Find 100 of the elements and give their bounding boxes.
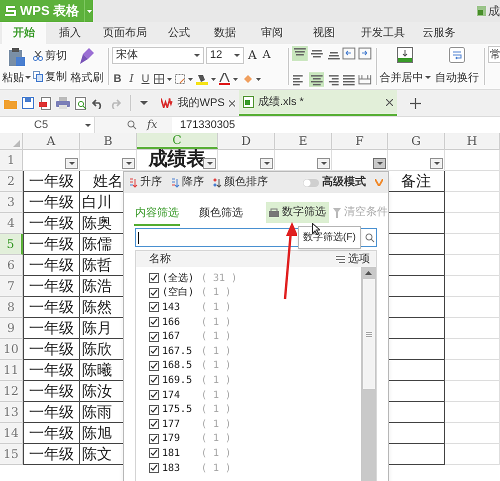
column-header[interactable]: A <box>23 133 80 149</box>
filter-tab[interactable]: 内容筛选 <box>134 194 180 226</box>
filter-tab[interactable]: 颜色筛选 <box>198 194 244 226</box>
table-cell[interactable]: 一年级 <box>23 423 80 444</box>
tab-label: 成绩.xls * <box>258 94 305 110</box>
table-cell[interactable]: 一年级 <box>23 192 80 213</box>
row-header[interactable]: 8 <box>0 297 23 318</box>
item-count: ( 1 ) <box>201 286 232 300</box>
font-dropdown[interactable]: 宋体 <box>112 46 204 64</box>
bold-button[interactable]: B <box>112 70 123 87</box>
list-item[interactable]: 179 ( 1 ) <box>149 432 361 446</box>
menu-tab[interactable]: 数据 <box>202 22 248 44</box>
options-button[interactable]: 选项 <box>336 251 370 268</box>
list-item[interactable]: 174 ( 1 ) <box>149 388 361 402</box>
list-item[interactable]: 143 ( 1 ) <box>149 300 361 315</box>
menu-tab[interactable]: 云服务 <box>414 22 464 44</box>
menu-tab[interactable]: 页面布局 <box>94 22 156 44</box>
row-header[interactable]: 2 <box>0 171 23 192</box>
name-box[interactable]: C5 <box>0 117 95 133</box>
list-item[interactable]: 169.5 ( 1 ) <box>149 373 361 388</box>
table-cell[interactable]: 一年级 <box>23 339 80 360</box>
table-cell[interactable]: 一年级 <box>23 402 80 423</box>
copy-label: 复制 <box>45 70 67 84</box>
grow-font-button[interactable]: A <box>246 46 259 64</box>
table-cell[interactable]: 一年级 <box>23 255 80 276</box>
format-painter-button[interactable]: 格式刷 <box>69 44 105 89</box>
tab-label: 我的WPS <box>178 96 225 111</box>
app-title: WPS 表格 <box>20 2 80 20</box>
row-header[interactable]: 6 <box>0 255 23 276</box>
formula-field[interactable]: 171330305 <box>172 117 500 133</box>
row-header[interactable]: 4 <box>0 213 23 234</box>
row-header[interactable]: 14 <box>0 423 23 444</box>
table-cell[interactable]: 一年级 <box>23 171 80 192</box>
row-header[interactable]: 12 <box>0 381 23 402</box>
item-count: ( 1 ) <box>201 330 232 344</box>
row-header[interactable]: 15 <box>0 444 23 465</box>
item-count: ( 1 ) <box>201 462 232 476</box>
list-item[interactable]: (全选) ( 31 ) <box>149 271 361 286</box>
item-count: ( 1 ) <box>201 418 232 432</box>
table-cell[interactable]: 一年级 <box>23 444 80 465</box>
column-header[interactable]: H <box>445 133 500 149</box>
cut-button[interactable]: 剪切 <box>33 48 69 64</box>
document-tab[interactable]: 成绩.xls * <box>239 90 397 116</box>
item-count: ( 1 ) <box>201 344 232 359</box>
paste-button[interactable]: 粘贴 <box>0 44 33 89</box>
shrink-font-button[interactable]: A <box>260 46 273 64</box>
column-header[interactable]: E <box>275 133 332 149</box>
item-count: ( 1 ) <box>201 446 232 461</box>
italic-button[interactable]: I <box>126 70 137 87</box>
merge-label: 合并居中 <box>380 70 424 86</box>
number-format-dropdown[interactable]: 常 <box>488 46 500 63</box>
list-item[interactable]: 183 ( 1 ) <box>149 460 361 476</box>
row-header[interactable]: 9 <box>0 318 23 339</box>
table-cell[interactable]: 一年级 <box>23 213 80 234</box>
list-item[interactable]: 168.5 ( 1 ) <box>149 358 361 374</box>
row-header[interactable]: 1 <box>0 150 23 171</box>
menu-tab[interactable]: 插入 <box>46 22 94 44</box>
menu-tab[interactable]: 视图 <box>296 22 352 44</box>
list-item[interactable]: (空白) ( 1 ) <box>149 286 361 300</box>
row-header[interactable]: 3 <box>0 192 23 213</box>
row-header[interactable]: 7 <box>0 276 23 297</box>
row-header[interactable]: 11 <box>0 360 23 381</box>
table-cell[interactable]: 一年级 <box>23 360 80 381</box>
menu-tab[interactable]: 审阅 <box>248 22 296 44</box>
copy-button[interactable]: 复制 <box>33 68 69 85</box>
list-item[interactable]: 177 ( 1 ) <box>149 416 361 432</box>
document-tab[interactable]: 我的WPS <box>157 90 239 116</box>
column-header[interactable]: F <box>332 133 388 149</box>
list-item[interactable]: 175.5 ( 1 ) <box>149 402 361 417</box>
row-header[interactable]: 10 <box>0 339 23 360</box>
underline-button[interactable]: U <box>140 70 151 87</box>
table-cell[interactable]: 一年级 <box>23 318 80 339</box>
column-label: 名称 <box>149 252 171 267</box>
column-header[interactable]: D <box>218 133 275 149</box>
table-cell[interactable]: 一年级 <box>23 276 80 297</box>
list-item[interactable]: 181 ( 1 ) <box>149 446 361 461</box>
wrap-text-button[interactable]: 自动换行 <box>433 44 481 89</box>
merge-center-button[interactable]: 合并居中 <box>377 44 433 89</box>
list-item[interactable]: 167 ( 1 ) <box>149 329 361 344</box>
list-item[interactable]: 167.5 ( 1 ) <box>149 344 361 359</box>
table-cell[interactable]: 一年级 <box>23 297 80 318</box>
item-count: ( 1 ) <box>201 300 232 315</box>
table-cell[interactable]: 一年级 <box>23 234 80 255</box>
table-cell[interactable]: 一年级 <box>23 381 80 402</box>
item-count: ( 1 ) <box>201 316 232 330</box>
window-title: 成 <box>488 3 500 20</box>
function-button[interactable]: fx <box>147 116 158 134</box>
item-count: ( 1 ) <box>201 403 232 418</box>
menu-tab[interactable]: 开发工具 <box>352 22 414 44</box>
menu-tab[interactable]: 公式 <box>156 22 202 44</box>
sort-button[interactable]: 颜色排序 <box>213 174 268 191</box>
number-filter-button[interactable]: 数字筛选 <box>266 202 329 223</box>
item-count: ( 1 ) <box>201 359 232 374</box>
paste-label: 粘贴 <box>2 70 24 86</box>
sort-button[interactable]: 降序 <box>171 174 204 191</box>
row-header[interactable]: 13 <box>0 402 23 423</box>
column-header[interactable]: G <box>388 133 445 149</box>
list-item[interactable]: 166 ( 1 ) <box>149 314 361 330</box>
font-size-dropdown[interactable]: 12 <box>206 46 244 64</box>
advanced-mode-label: 高级模式 <box>322 174 366 190</box>
